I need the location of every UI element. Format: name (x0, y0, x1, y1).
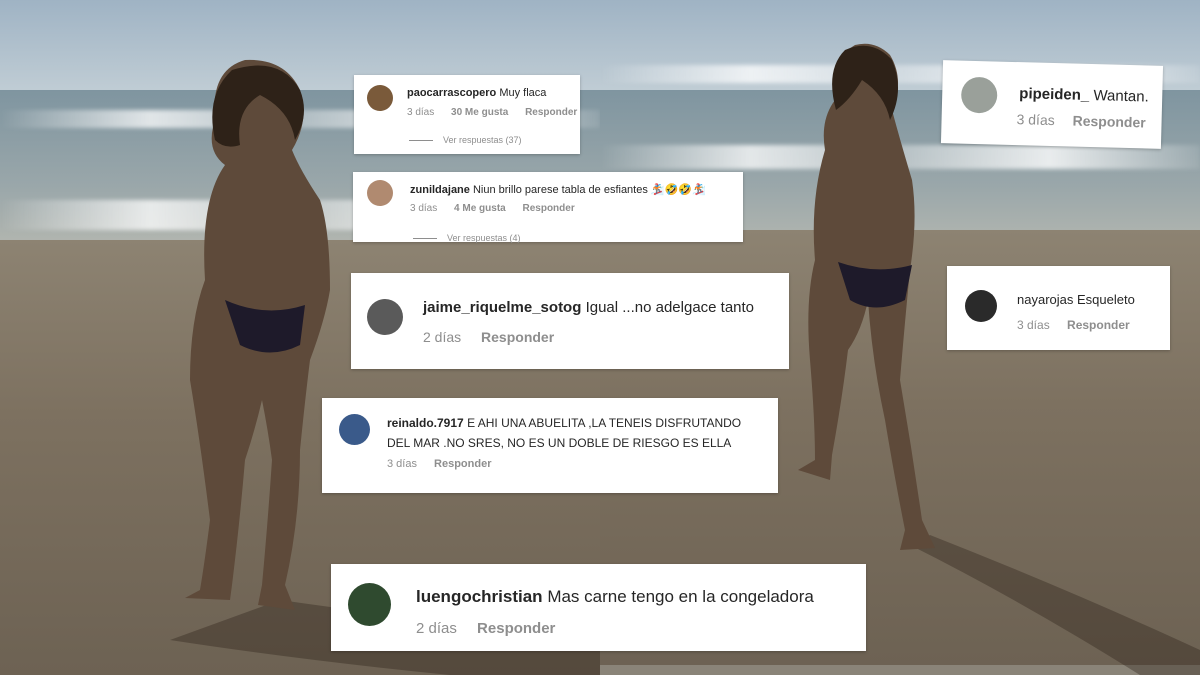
view-replies-button[interactable]: Ver respuestas (37) (409, 135, 522, 145)
view-replies-label: Ver respuestas (4) (447, 233, 521, 243)
comment-text-line1: E AHI UNA ABUELITA ,LA TENEIS DISFRUTAND… (467, 416, 742, 430)
comment-text: Igual ...no adelgace tanto (585, 299, 755, 316)
comment-username[interactable]: pipeiden_ (1019, 85, 1089, 104)
comment-time: 3 días (1016, 111, 1055, 129)
comment-text: Muy flaca (499, 87, 547, 99)
comment-time: 2 días (416, 620, 457, 637)
comment-username[interactable]: reinaldo.7917 (387, 416, 464, 430)
avatar[interactable] (367, 85, 393, 111)
comment-time: 3 días (410, 203, 438, 214)
comment-time: 3 días (1017, 318, 1050, 332)
avatar[interactable] (348, 583, 391, 626)
reply-button[interactable]: Responder (525, 107, 577, 118)
comment-username[interactable]: nayarojas (1017, 292, 1073, 307)
reply-button[interactable]: Responder (1072, 113, 1146, 131)
comment-card: paocarrascopero Muy flaca 3 días 30 Me g… (354, 75, 580, 154)
comment-likes[interactable]: 30 Me gusta (451, 107, 508, 118)
comment-time: 3 días (387, 458, 417, 470)
comment-card: jaime_riquelme_sotog Igual ...no adelgac… (351, 273, 789, 369)
avatar[interactable] (367, 180, 393, 206)
comment-card: pipeiden_ Wantan. 3 días Responder (940, 60, 1164, 149)
comment-username[interactable]: zunildajane (410, 184, 470, 196)
view-replies-button[interactable]: Ver respuestas (4) (413, 233, 521, 243)
comment-time: 2 días (423, 329, 462, 345)
avatar[interactable] (965, 290, 997, 322)
avatar[interactable] (339, 414, 370, 445)
comment-text: Wantan. (1093, 87, 1149, 106)
comment-text: Niun brillo parese tabla de esfiantes 🏂🤣… (472, 184, 706, 196)
comment-username[interactable]: jaime_riquelme_sotog (423, 299, 581, 316)
comment-text: Esqueleto (1077, 292, 1135, 307)
comment-text-line2: DEL MAR .NO SRES, NO ES UN DOBLE DE RIES… (387, 436, 732, 450)
avatar[interactable] (367, 299, 403, 335)
comment-username[interactable]: luengochristian (416, 587, 543, 606)
comment-username[interactable]: paocarrascopero (407, 87, 496, 99)
reply-button[interactable]: Responder (1067, 318, 1130, 332)
comment-card: zunildajane Niun brillo parese tabla de … (353, 172, 743, 243)
comment-card: luengochristian Mas carne tengo en la co… (331, 564, 866, 651)
comment-card: nayarojas Esqueleto 3 días Responder (947, 266, 1170, 350)
avatar[interactable] (960, 76, 998, 114)
reply-button[interactable]: Responder (434, 458, 491, 470)
comment-card: reinaldo.7917 E AHI UNA ABUELITA ,LA TEN… (322, 398, 778, 493)
comment-text: Mas carne tengo en la congeladora (547, 587, 814, 606)
reply-button[interactable]: Responder (477, 620, 555, 637)
reply-button[interactable]: Responder (523, 203, 575, 214)
reply-button[interactable]: Responder (481, 329, 554, 345)
comment-likes[interactable]: 4 Me gusta (454, 203, 506, 214)
comment-time: 3 días (407, 107, 435, 118)
view-replies-label: Ver respuestas (37) (443, 135, 522, 145)
